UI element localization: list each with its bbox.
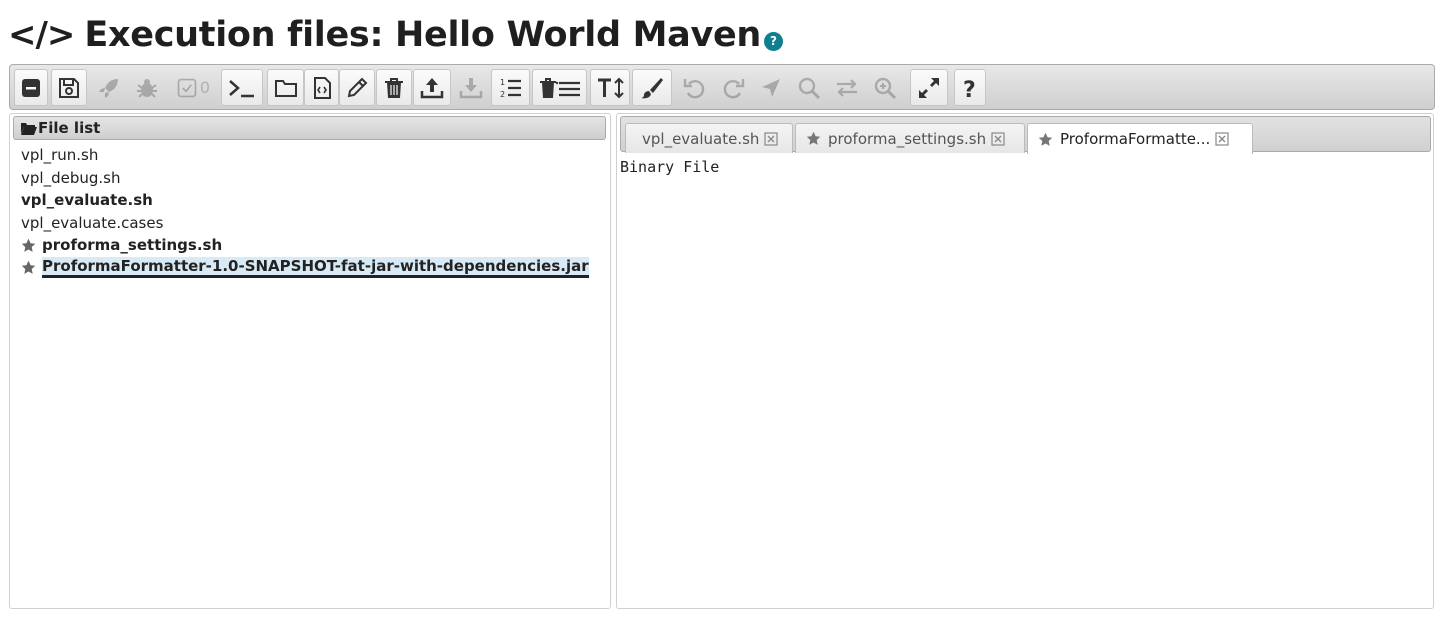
- new-file-button[interactable]: [267, 69, 304, 106]
- upload-icon: [420, 77, 444, 98]
- star-icon: [21, 238, 36, 252]
- download-button[interactable]: [452, 69, 490, 106]
- svg-text:2: 2: [500, 90, 505, 99]
- search-icon: [798, 77, 820, 99]
- goto-button[interactable]: [752, 69, 789, 106]
- rocket-icon: [99, 78, 118, 98]
- folder-open-icon: [21, 123, 37, 135]
- rename-button[interactable]: [339, 69, 375, 106]
- bug-icon: [137, 78, 157, 98]
- help-button[interactable]: ?: [954, 69, 986, 106]
- svg-text:?: ?: [963, 78, 976, 101]
- run-button[interactable]: [90, 69, 128, 106]
- exchange-icon: [836, 78, 857, 97]
- numbered-list-icon: 12: [500, 78, 521, 99]
- folder-icon: [274, 79, 297, 97]
- file-item[interactable]: vpl_evaluate.cases: [21, 212, 589, 235]
- file-code-icon: [313, 76, 331, 99]
- minus-square-icon: [22, 78, 40, 97]
- location-arrow-icon: [761, 78, 780, 97]
- tab-vpl-evaluate[interactable]: vpl_evaluate.sh: [625, 123, 793, 153]
- file-name: proforma_settings.sh: [42, 236, 223, 254]
- text-height-icon: [598, 77, 624, 98]
- file-list-panel: File list vpl_run.sh vpl_debug.sh vpl_ev…: [9, 113, 611, 609]
- trash-list-icon: [539, 77, 580, 98]
- delete-all-button[interactable]: [532, 69, 587, 106]
- file-name: vpl_debug.sh: [21, 168, 121, 187]
- line-numbers-button[interactable]: 12: [491, 69, 530, 106]
- file-name: vpl_evaluate.cases: [21, 213, 164, 232]
- font-size-button[interactable]: [590, 69, 630, 106]
- tab-label: vpl_evaluate.sh: [642, 129, 760, 148]
- debug-button[interactable]: [128, 69, 166, 106]
- file-item-selected[interactable]: ProformaFormatter-1.0-SNAPSHOT-fat-jar-w…: [21, 257, 589, 280]
- help-icon[interactable]: ?: [764, 31, 784, 51]
- terminal-icon: [229, 79, 254, 97]
- file-item[interactable]: vpl_debug.sh: [21, 167, 589, 190]
- fullscreen-button[interactable]: [910, 69, 948, 106]
- file-list-title: File list: [38, 119, 101, 137]
- download-icon: [459, 77, 483, 98]
- file-name: vpl_run.sh: [21, 146, 99, 164]
- search-plus-icon: [874, 77, 896, 99]
- find-button[interactable]: [790, 69, 827, 106]
- save-button[interactable]: [51, 69, 87, 106]
- star-icon: [1038, 132, 1053, 146]
- expand-icon: [919, 77, 939, 98]
- file-name: vpl_evaluate.sh: [21, 191, 153, 209]
- file-list: vpl_run.sh vpl_debug.sh vpl_evaluate.sh …: [21, 144, 589, 279]
- upload-button[interactable]: [413, 69, 451, 106]
- close-icon[interactable]: [991, 131, 1005, 146]
- redo-icon: [723, 78, 744, 98]
- evaluate-count: 0: [199, 78, 211, 97]
- collapse-button[interactable]: [14, 69, 48, 106]
- star-icon: [21, 261, 36, 275]
- svg-text:1: 1: [500, 78, 505, 87]
- trash-icon: [385, 77, 403, 98]
- tab-proforma-settings[interactable]: proforma_settings.sh: [795, 123, 1025, 153]
- tab-label: proforma_settings.sh: [828, 129, 987, 148]
- brush-icon: [641, 77, 663, 98]
- editor-content[interactable]: Binary File: [620, 158, 719, 176]
- undo-icon: [683, 78, 704, 98]
- file-item[interactable]: proforma_settings.sh: [21, 234, 589, 257]
- theme-button[interactable]: [632, 69, 672, 106]
- tab-proforma-formatter[interactable]: ProformaFormatte...: [1027, 123, 1253, 154]
- code-icon: </>: [8, 15, 75, 55]
- file-code-button[interactable]: [304, 69, 339, 106]
- file-list-header[interactable]: File list: [13, 116, 606, 140]
- question-icon: ?: [963, 78, 976, 101]
- page-title: Execution files: Hello World Maven: [84, 15, 762, 55]
- find-next-button[interactable]: [866, 69, 903, 106]
- delete-button[interactable]: [376, 69, 412, 106]
- file-item[interactable]: vpl_run.sh: [21, 144, 589, 167]
- file-item[interactable]: vpl_evaluate.sh: [21, 189, 589, 212]
- close-icon[interactable]: [1215, 132, 1229, 146]
- tab-label: ProformaFormatte...: [1060, 130, 1211, 148]
- check-square-icon: [177, 78, 197, 97]
- replace-button[interactable]: [828, 69, 865, 106]
- close-icon[interactable]: [764, 131, 779, 146]
- evaluate-button[interactable]: 0: [170, 69, 216, 106]
- star-icon: [806, 131, 821, 145]
- file-name: ProformaFormatter-1.0-SNAPSHOT-fat-jar-w…: [42, 257, 589, 279]
- floppy-icon: [59, 77, 79, 98]
- page-header: </> Execution files: Hello World Maven ?: [8, 10, 784, 60]
- redo-button[interactable]: [714, 69, 751, 106]
- undo-button[interactable]: [676, 69, 713, 106]
- pencil-icon: [347, 77, 368, 97]
- tab-bar: vpl_evaluate.sh proforma_settings.sh Pro…: [620, 116, 1431, 154]
- console-button[interactable]: [221, 69, 263, 106]
- editor-toolbar: 0 12 ?: [9, 64, 1435, 110]
- editor-panel: vpl_evaluate.sh proforma_settings.sh Pro…: [616, 113, 1434, 609]
